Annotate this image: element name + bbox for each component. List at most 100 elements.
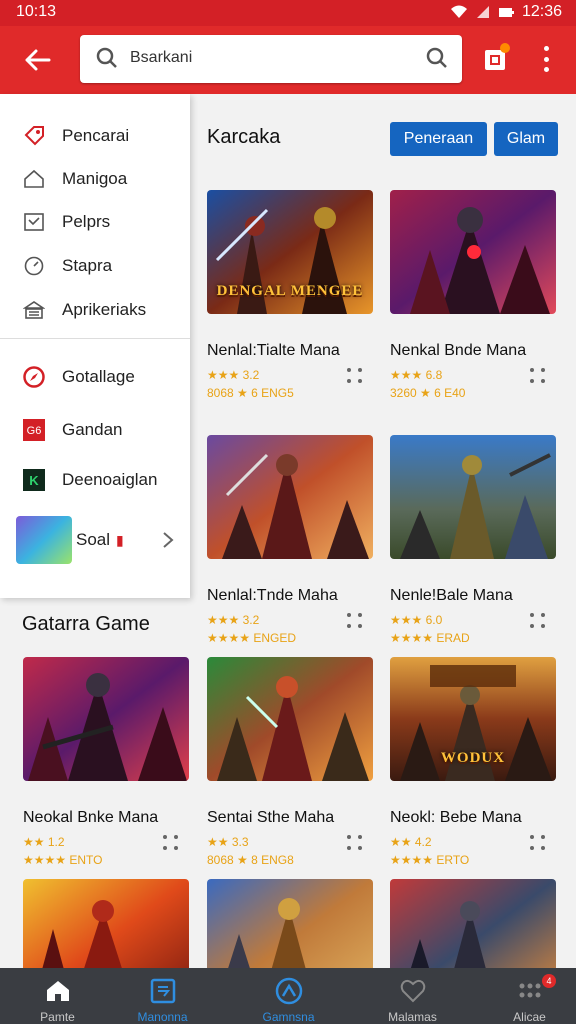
game-card[interactable]: DENGAL MENGEE Nenlal:Tialte Mana ★★★ 3.2… xyxy=(207,190,373,400)
menu-item-pelprs[interactable]: Pelprs xyxy=(0,202,190,242)
search-input[interactable]: Bsarkani xyxy=(130,49,192,67)
menu-item-stapra[interactable]: Stapra xyxy=(0,246,190,286)
menu-item-gandan[interactable]: G6 Gandan xyxy=(0,410,190,450)
menu-item-deenoaiglan[interactable]: K Deenoaiglan xyxy=(0,460,190,500)
menu-item-pencarai[interactable]: Pencarai xyxy=(0,116,190,156)
game-logo: WODUX xyxy=(440,750,506,766)
game-meta: ★★★★ ERAD xyxy=(390,631,470,645)
compass-icon xyxy=(22,365,46,389)
status-time: 10:13 xyxy=(16,3,57,20)
k-app-icon: K xyxy=(22,468,46,492)
svg-text:G6: G6 xyxy=(27,425,42,437)
game-thumbnail xyxy=(207,657,373,781)
game-thumbnail xyxy=(23,657,189,781)
back-button[interactable] xyxy=(18,40,58,80)
menu-divider xyxy=(0,338,190,339)
game-title: Neokl: Bebe Mana xyxy=(390,809,522,826)
game-meta: ★★★★ ENGED xyxy=(207,631,297,645)
menu-item-label: Stapra xyxy=(62,256,113,275)
apps-icon xyxy=(149,978,177,1004)
store-bag-icon[interactable] xyxy=(482,42,510,72)
game-meta: 3260 ★ 6 E40 xyxy=(390,386,466,400)
game-rating: ★★★ 3.2 xyxy=(207,368,260,382)
more-icon xyxy=(516,978,544,1004)
game-meta: ★★★★ ENTO xyxy=(23,853,103,867)
nav-home[interactable]: Pamte xyxy=(0,968,115,1024)
game-rating: ★★★ 3.2 xyxy=(207,613,260,627)
search-bar[interactable]: Bsarkani xyxy=(80,35,462,83)
home-icon xyxy=(44,978,72,1004)
game-card[interactable]: Nenkal Bnde Mana ★★★ 6.8 3260 ★ 6 E40 xyxy=(390,190,556,400)
game-rating: ★★★ 6.0 xyxy=(390,613,443,627)
nav-apps[interactable]: Manonna xyxy=(105,968,220,1024)
search-submit-icon[interactable] xyxy=(426,47,448,69)
menu-item-label: Deenoaiglan xyxy=(62,470,158,489)
game-logo: DENGAL MENGEE xyxy=(216,283,364,299)
notification-badge: 4 xyxy=(542,974,556,988)
soal-thumbnail xyxy=(16,516,72,564)
svg-text:K: K xyxy=(29,473,39,488)
game-title: Nenlal:Tialte Mana xyxy=(207,342,340,359)
game-card[interactable]: Nenle!Bale Mana ★★★ 6.0 ★★★★ ERAD xyxy=(390,435,556,645)
game-meta: ★★★★ ERTO xyxy=(390,853,470,867)
home-icon xyxy=(22,167,46,191)
game-thumbnail xyxy=(390,435,556,559)
menu-item-label: Soal ▮ xyxy=(76,530,124,549)
nav-more[interactable]: 4 Alicae xyxy=(472,968,576,1024)
game-rating: ★★ 4.2 xyxy=(390,835,432,849)
game-title: Sentai Sthe Maha xyxy=(207,809,335,826)
card-more-button[interactable] xyxy=(530,613,546,631)
game-card[interactable]: WODUX Neokl: Bebe Mana ★★ 4.2 ★★★★ ERTO xyxy=(390,657,556,867)
game-card[interactable]: Sentai Sthe Maha ★★ 3.3 8068 ★ 8 ENG8 xyxy=(207,657,373,867)
overflow-menu-button[interactable] xyxy=(538,44,554,74)
game-title: Nenlal:Tnde Maha xyxy=(207,587,338,604)
bottom-navigation: Pamte Manonna Gamnsna Malamas 4 Alicae xyxy=(0,968,576,1024)
side-menu: Pencarai Manigoa Pelprs Stapra Aprikeria… xyxy=(0,94,190,598)
game-card[interactable]: Nenlal:Tnde Maha ★★★ 3.2 ★★★★ ENGED xyxy=(207,435,373,645)
menu-item-gotallage[interactable]: Gotallage xyxy=(0,357,190,397)
game-rating: ★★ 3.3 xyxy=(207,835,249,849)
status-clock: 12:36 xyxy=(521,3,562,20)
menu-item-label: Gandan xyxy=(62,420,123,439)
status-bar: 10:13 12:36 xyxy=(0,0,576,26)
menu-item-manigoa[interactable]: Manigoa xyxy=(0,159,190,199)
app-bar: Bsarkani xyxy=(0,26,576,94)
wifi-icon xyxy=(450,5,467,18)
menu-item-aprikeriaks[interactable]: Aprikeriaks xyxy=(0,290,190,330)
game-meta: 8068 ★ 6 ENG5 xyxy=(207,386,294,400)
chevron-right-icon xyxy=(163,532,174,548)
card-more-button[interactable] xyxy=(530,835,546,853)
game-thumbnail: WODUX xyxy=(390,657,556,781)
primary-button[interactable]: Peneraan xyxy=(390,122,487,156)
card-more-button[interactable] xyxy=(163,835,179,853)
games-icon xyxy=(275,977,303,1005)
nav-messages[interactable]: Malamas xyxy=(355,968,470,1024)
card-more-button[interactable] xyxy=(347,835,363,853)
menu-item-label: Pelprs xyxy=(62,212,111,231)
tag-icon xyxy=(22,124,46,148)
stack-icon xyxy=(22,298,46,322)
menu-item-label: Gotallage xyxy=(62,367,135,386)
card-more-button[interactable] xyxy=(347,613,363,631)
section-title: Karcaka xyxy=(207,126,281,148)
game-title: Neokal Bnke Mana xyxy=(23,809,159,826)
gallery-title: Gatarra Game xyxy=(22,613,150,635)
signal-icon xyxy=(476,6,489,18)
back-arrow-icon xyxy=(25,49,51,71)
game-thumbnail xyxy=(207,435,373,559)
search-icon xyxy=(96,47,117,68)
secondary-button[interactable]: Glam xyxy=(494,122,558,156)
inbox-icon xyxy=(22,210,46,234)
battery-icon xyxy=(498,8,514,17)
game-title: Nenle!Bale Mana xyxy=(390,587,513,604)
menu-item-label: Aprikeriaks xyxy=(62,300,147,319)
menu-item-soal[interactable]: Soal ▮ xyxy=(0,516,190,564)
game-rating: ★★★ 6.8 xyxy=(390,368,443,382)
nav-games[interactable]: Gamnsna xyxy=(231,968,346,1024)
game-card[interactable]: Neokal Bnke Mana ★★ 1.2 ★★★★ ENTO xyxy=(23,657,189,867)
card-more-button[interactable] xyxy=(347,368,363,386)
card-more-button[interactable] xyxy=(530,368,546,386)
menu-item-label: Pencarai xyxy=(62,126,130,145)
game-thumbnail: DENGAL MENGEE xyxy=(207,190,373,314)
game-title: Nenkal Bnde Mana xyxy=(390,342,527,359)
